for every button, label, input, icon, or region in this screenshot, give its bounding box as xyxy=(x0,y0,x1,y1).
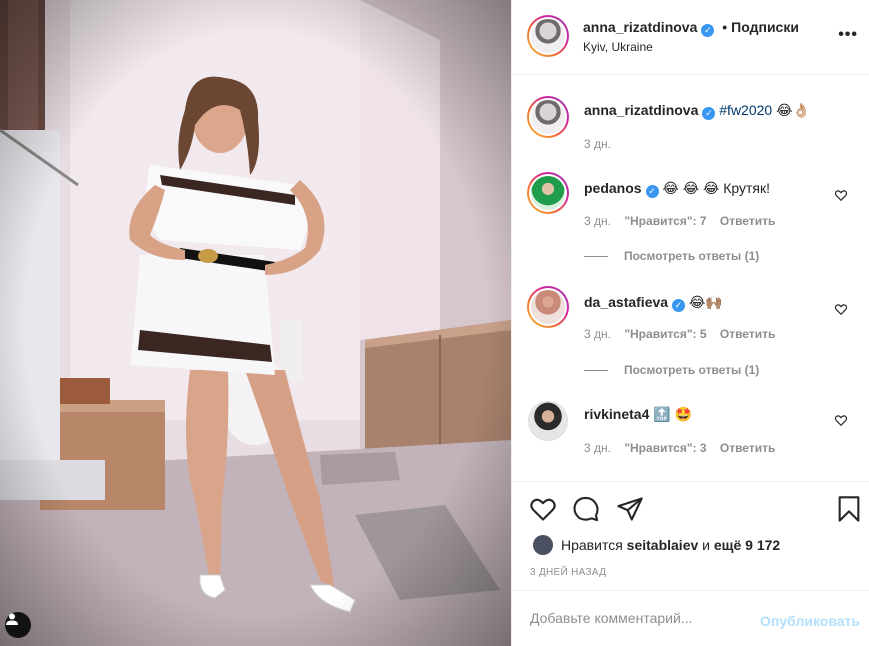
more-horizontal-icon[interactable]: ••• xyxy=(838,26,858,44)
post-date[interactable]: 3 ДНЕЙ НАЗАД xyxy=(530,567,606,578)
caption-emojis: 😂👌🏼 xyxy=(776,102,810,118)
comment-likes[interactable]: "Нравится": 5 xyxy=(624,327,706,341)
author-username[interactable]: anna_rizatdinova xyxy=(583,19,697,35)
comment-time[interactable]: 3 дн. xyxy=(584,214,611,228)
comment-text: da_astafieva ✓ 😂🙌🏽 xyxy=(584,294,723,312)
comment-bubble-icon[interactable] xyxy=(572,495,600,523)
reply-button[interactable]: Ответить xyxy=(720,214,775,228)
comment-username[interactable]: da_astafieva xyxy=(584,294,668,310)
verified-badge-icon: ✓ xyxy=(701,24,715,37)
comment-avatar[interactable] xyxy=(528,401,568,441)
share-paper-plane-icon[interactable] xyxy=(616,495,644,523)
user-icon xyxy=(6,613,18,625)
like-comment-heart-icon[interactable] xyxy=(834,188,848,202)
view-replies-button[interactable]: Посмотреть ответы (1) xyxy=(584,249,759,263)
post-photo[interactable] xyxy=(0,0,511,646)
view-replies-button[interactable]: Посмотреть ответы (1) xyxy=(584,363,759,377)
likes-summary: Нравится seitablaiev и ещё 9 172 xyxy=(533,535,780,555)
following-button[interactable]: Подписки xyxy=(731,19,799,35)
tagged-users-button[interactable] xyxy=(5,612,31,638)
location-link[interactable]: Kyiv, Ukraine xyxy=(583,40,653,54)
comment-time[interactable]: 3 дн. xyxy=(584,441,611,455)
caption-username[interactable]: anna_rizatdinova xyxy=(584,102,698,118)
post-panel: anna_rizatdinova ✓ • Подписки Kyiv, Ukrain… xyxy=(511,0,869,646)
comment-meta: 3 дн. "Нравится": 7 Ответить xyxy=(584,214,785,228)
comment-body: 🔝 🤩 xyxy=(653,406,693,422)
add-comment-form: Опубликовать xyxy=(512,590,869,646)
comment-item: rivkineta4 🔝 🤩 3 дн. "Нравится": 3 Ответ… xyxy=(512,400,869,460)
comment-avatar[interactable] xyxy=(527,286,569,328)
post-header: anna_rizatdinova ✓ • Подписки Kyiv, Ukrain… xyxy=(512,0,869,75)
comment-body: 😂 😂 😂 Крутяк! xyxy=(662,180,771,196)
author-avatar[interactable] xyxy=(527,15,569,57)
comment-username[interactable]: pedanos xyxy=(584,180,642,196)
like-comment-heart-icon[interactable] xyxy=(834,413,848,427)
comment-meta: 3 дн. "Нравится": 3 Ответить xyxy=(584,441,785,455)
reply-button[interactable]: Ответить xyxy=(720,441,775,455)
comment-body: 😂🙌🏽 xyxy=(688,294,723,310)
save-bookmark-icon[interactable] xyxy=(835,495,863,523)
comment-item: da_astafieva ✓ 😂🙌🏽 3 дн. "Нравится": 5 От… xyxy=(512,286,869,377)
comment-username[interactable]: rivkineta4 xyxy=(584,406,649,422)
verified-badge-icon: ✓ xyxy=(645,185,659,198)
comment-time[interactable]: 3 дн. xyxy=(584,327,611,341)
verified-badge-icon: ✓ xyxy=(672,299,686,312)
likes-conjunction: и xyxy=(702,537,710,553)
comment-likes[interactable]: "Нравится": 3 xyxy=(624,441,706,455)
caption-time[interactable]: 3 дн. xyxy=(584,137,611,151)
hashtag-link[interactable]: #fw2020 xyxy=(719,102,772,118)
photo-illustration xyxy=(0,0,511,646)
header-user-line: anna_rizatdinova ✓ • Подписки xyxy=(583,19,799,37)
comment-text: pedanos ✓ 😂 😂 😂 Крутяк! xyxy=(584,180,770,198)
comment-meta: 3 дн. "Нравится": 5 Ответить xyxy=(584,327,785,341)
caption-avatar[interactable] xyxy=(527,96,569,138)
like-heart-icon[interactable] xyxy=(529,495,557,523)
comment-input[interactable] xyxy=(530,610,750,626)
likes-count[interactable]: ещё 9 172 xyxy=(714,537,780,553)
post-actions: Нравится seitablaiev и ещё 9 172 3 ДНЕЙ … xyxy=(512,481,869,589)
liker-username[interactable]: seitablaiev xyxy=(627,537,699,553)
verified-badge-icon: ✓ xyxy=(702,107,716,120)
caption-text: anna_rizatdinova ✓ #fw2020 😂👌🏼 xyxy=(584,102,810,120)
caption-meta: 3 дн. xyxy=(584,137,621,151)
comment-item: pedanos ✓ 😂 😂 😂 Крутяк! 3 дн. "Нравится":… xyxy=(512,172,869,263)
liker-avatar[interactable] xyxy=(533,535,553,555)
comment-text: rivkineta4 🔝 🤩 xyxy=(584,406,692,423)
separator-dot: • xyxy=(722,19,728,35)
like-comment-heart-icon[interactable] xyxy=(834,302,848,316)
replies-divider xyxy=(584,256,608,258)
view-replies-label: Посмотреть ответы (1) xyxy=(624,363,760,377)
comment-likes[interactable]: "Нравится": 7 xyxy=(624,214,706,228)
caption: anna_rizatdinova ✓ #fw2020 😂👌🏼 3 дн. xyxy=(512,96,869,156)
publish-button[interactable]: Опубликовать xyxy=(760,613,860,629)
replies-divider xyxy=(584,370,608,372)
likes-prefix: Нравится xyxy=(561,537,623,553)
reply-button[interactable]: Ответить xyxy=(720,327,775,341)
view-replies-label: Посмотреть ответы (1) xyxy=(624,249,760,263)
comment-avatar[interactable] xyxy=(527,172,569,214)
